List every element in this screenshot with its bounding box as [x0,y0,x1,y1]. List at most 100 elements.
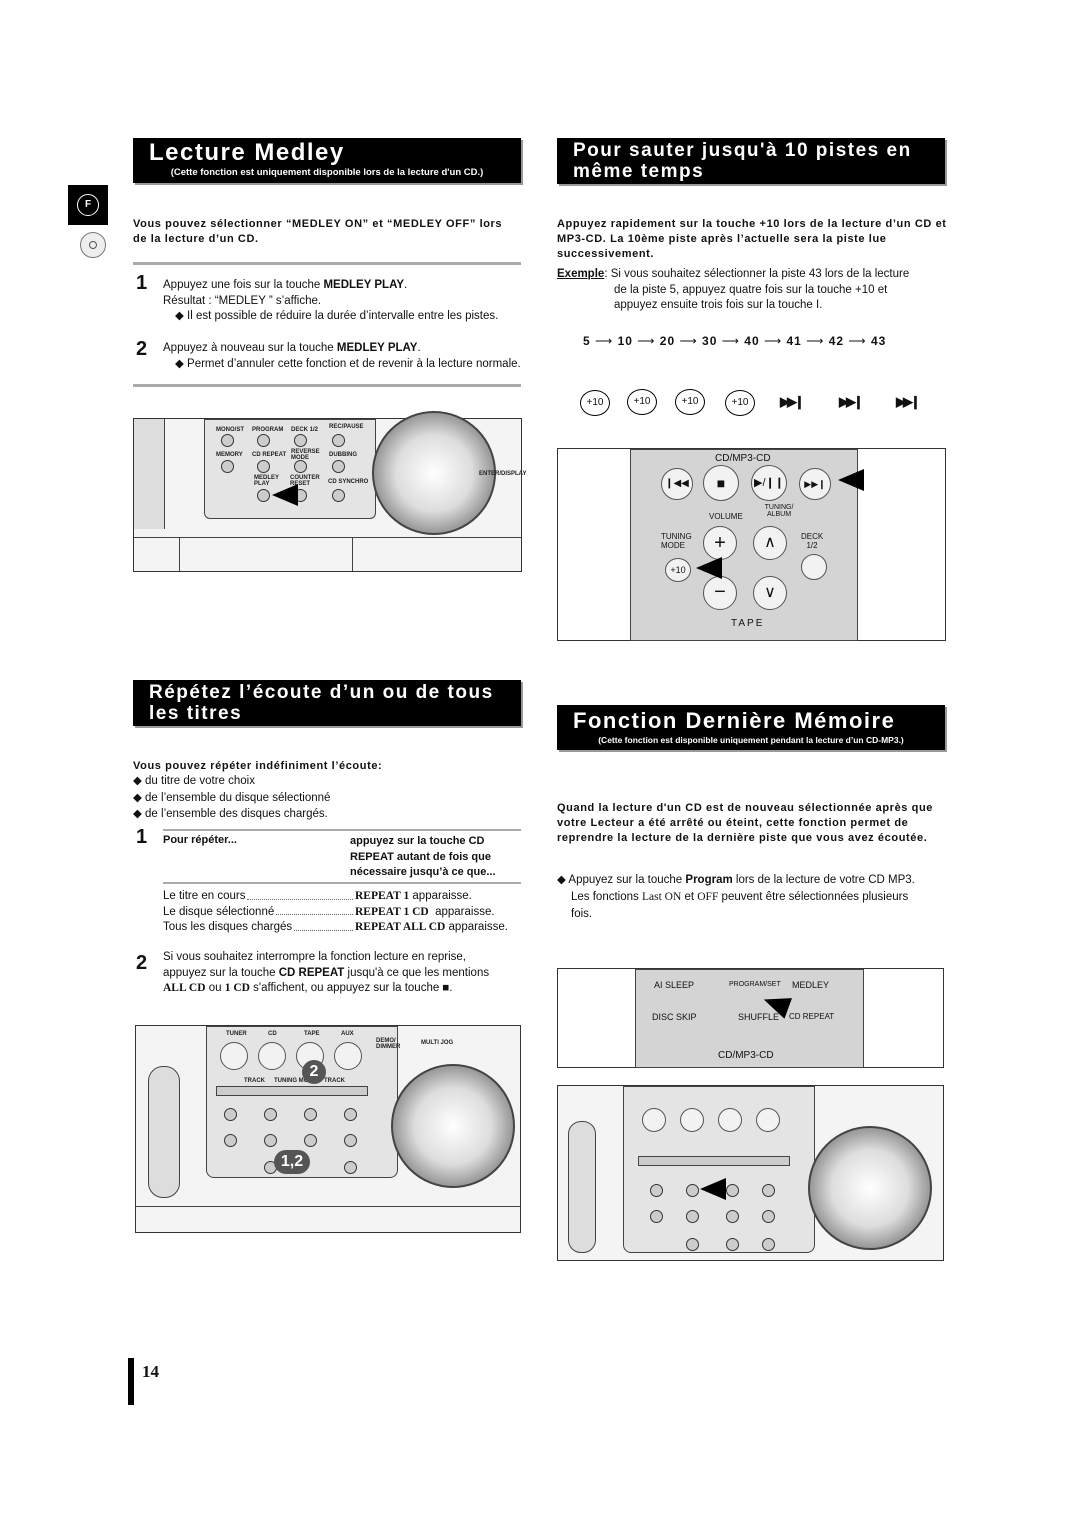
tuning-up-button[interactable]: ∧ [753,526,787,560]
tuning-down-button[interactable]: ∨ [753,576,787,610]
play-pause-button[interactable]: ▶/❙❙ [751,465,787,501]
program-button[interactable] [264,1108,277,1121]
unit-front-panel-illustration: MONO/ST PROGRAM DECK 1/2 REC/PAUSE MEMOR… [133,411,526,572]
step-text: ou [205,982,225,994]
section-title: Lecture Medley [149,139,345,166]
deck-button[interactable] [304,1108,317,1121]
medley-button[interactable]: MEDLEY [792,980,829,990]
plus10-button[interactable]: +10 [675,389,705,415]
next-track-button[interactable]: ▶▶❙ [799,468,831,500]
row-key: REPEAT ALL CD [355,921,446,933]
step-number: 2 [136,952,148,974]
aux-button[interactable] [334,1042,362,1070]
label-cd: CD [268,1031,277,1037]
dubbing-button[interactable] [344,1134,357,1147]
pointer-arrow-icon [700,1178,726,1200]
label-tape: TAPE [304,1031,320,1037]
callout-badge: 2 [302,1060,326,1084]
rec-pause-button[interactable] [344,1108,357,1121]
cd-synchro-button[interactable] [332,489,345,502]
mono-st-button[interactable] [221,434,234,447]
label-dubbing: DUBBING [329,452,357,458]
label-demo-dimmer: DEMO/ DIMMER [376,1038,401,1050]
counter-reset-button[interactable] [726,1238,739,1251]
row-label: Tous les disques chargés [163,921,293,933]
row-label: Le disque sélectionné [163,905,275,918]
bullet-text: ◆ Appuyez sur la touche [557,874,686,886]
remote-section-label: CD/MP3-CD [718,1050,774,1061]
deck-button[interactable] [294,434,307,447]
example-line: appuyez ensuite trois fois sur la touche… [614,299,823,311]
band-button[interactable] [642,1108,666,1132]
rec-pause-button[interactable] [762,1184,775,1197]
key-name: CD REPEAT [278,966,345,979]
function-name: OFF [697,891,719,903]
medley-play-button[interactable] [257,489,270,502]
key-name: Program [685,874,733,886]
stop-button[interactable]: ■ [703,465,739,501]
label-track: TRACK [244,1078,265,1084]
bullet-text: lors de la lecture de votre CD MP3. [732,874,915,886]
disc-skip-button[interactable]: DISC SKIP [652,1012,697,1022]
prev-track-button[interactable]: ❙◀◀ [661,468,693,500]
medley-step-2: Appuyez à nouveau sur la touche MEDLEY P… [163,341,523,372]
repeat-table-rows: Le titre en cours REPEAT 1 apparaisse. Le… [163,889,523,936]
cd-repeat-button[interactable] [257,460,270,473]
label-program: PROGRAM [252,427,284,433]
cd-synchro-button[interactable] [762,1238,775,1251]
example-line: de la piste 5, appuyez quatre fois sur l… [614,283,888,296]
arrow-right-icon: ⟶ [759,334,787,348]
dubbing-button[interactable] [762,1210,775,1223]
cd-repeat-button[interactable] [686,1210,699,1223]
cd-repeat-button[interactable]: CD REPEAT [789,1012,834,1021]
ai-sleep-button[interactable]: AI SLEEP [654,980,694,990]
rec-pause-button[interactable] [332,434,345,447]
program-set-button[interactable]: PROGRAM/SET [729,981,781,988]
memory-button[interactable] [650,1210,663,1223]
cd-repeat-button[interactable] [264,1134,277,1147]
track-number: 43 [870,334,887,348]
bullet-item: ◆ du titre de votre choix [133,775,255,787]
remote-illustration: AI SLEEP PROGRAM/SET MEDLEY DISC SKIP SH… [557,968,944,1068]
cd-play-button[interactable] [680,1108,704,1132]
deck-label: DECK 1/2 [801,532,824,550]
step-number: 2 [136,338,148,360]
repeat-bullets: ◆ du titre de votre choix ◆ de l’ensembl… [133,773,330,823]
mention: 1 CD [224,982,250,994]
plus10-button[interactable]: +10 [725,390,755,416]
volume-up-button[interactable]: + [703,526,737,560]
deck-button[interactable] [726,1184,739,1197]
remote-illustration: CD/MP3-CD ❙◀◀ ■ ▶/❙❙ ▶▶❙ VOLUME TUNING/ … [557,448,946,641]
dubbing-button[interactable] [332,460,345,473]
mono-st-button[interactable] [650,1184,663,1197]
reverse-mode-button[interactable] [726,1210,739,1223]
row-post: apparaisse. [428,905,495,918]
manual-page: F Lecture Medley (Cette fonction est uni… [0,0,1080,1528]
band-button[interactable] [220,1042,248,1070]
section-subtitle: (Cette fonction est disponible uniquemen… [598,735,904,745]
reverse-mode-button[interactable] [294,460,307,473]
step-text: Appuyez à nouveau sur la touche [163,342,337,354]
volume-down-button[interactable]: − [703,576,737,610]
cd-play-button[interactable] [258,1042,286,1070]
skip-intro: Appuyez rapidement sur la touche +10 lor… [557,218,947,260]
program-button[interactable] [686,1184,699,1197]
plus10-remote-button[interactable]: +10 [665,558,691,582]
cd-synchro-button[interactable] [344,1161,357,1174]
tuning-mode-label: TUNING MODE [661,532,692,550]
plus10-button[interactable]: +10 [627,389,657,415]
memory-button[interactable] [224,1108,237,1121]
plus10-button[interactable]: +10 [580,390,610,416]
deck-button[interactable] [801,554,827,580]
program-button[interactable] [257,434,270,447]
memory-button[interactable] [224,1134,237,1147]
medley-play-button[interactable] [686,1238,699,1251]
aux-button[interactable] [756,1108,780,1132]
bullet-text: Les fonctions [571,891,642,903]
pointer-arrow-icon [838,469,864,491]
tape-button[interactable] [718,1108,742,1132]
track-sequence: 5 ⟶ 10 ⟶ 20 ⟶ 30 ⟶ 40 ⟶ 41 ⟶ 42 ⟶ 43 [583,334,886,348]
memory-button[interactable] [221,460,234,473]
tuning-album-label: TUNING/ ALBUM [764,504,794,518]
reverse-mode-button[interactable] [304,1134,317,1147]
